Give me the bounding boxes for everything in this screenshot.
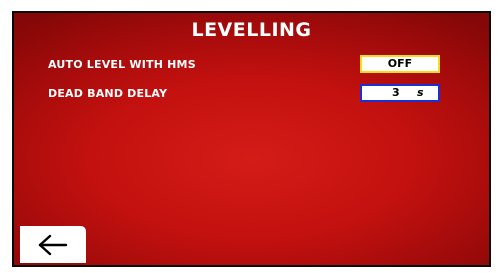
left-arrow-icon: [38, 234, 68, 255]
page-title: LEVELLING: [191, 19, 312, 41]
dead-band-delay-value: 3: [392, 86, 400, 99]
display-frame: LEVELLING AUTO LEVEL WITH HMS OFF DEAD B…: [0, 0, 503, 273]
back-button[interactable]: [20, 226, 86, 263]
dead-band-delay-label: DEAD BAND DELAY: [48, 87, 168, 100]
dead-band-delay-unit: s: [417, 86, 424, 99]
dead-band-delay-input[interactable]: 3 s: [360, 84, 440, 102]
levelling-screen: LEVELLING AUTO LEVEL WITH HMS OFF DEAD B…: [12, 11, 491, 267]
auto-level-toggle[interactable]: OFF: [360, 55, 440, 73]
auto-level-label: AUTO LEVEL WITH HMS: [48, 58, 196, 71]
auto-level-value: OFF: [387, 57, 413, 70]
